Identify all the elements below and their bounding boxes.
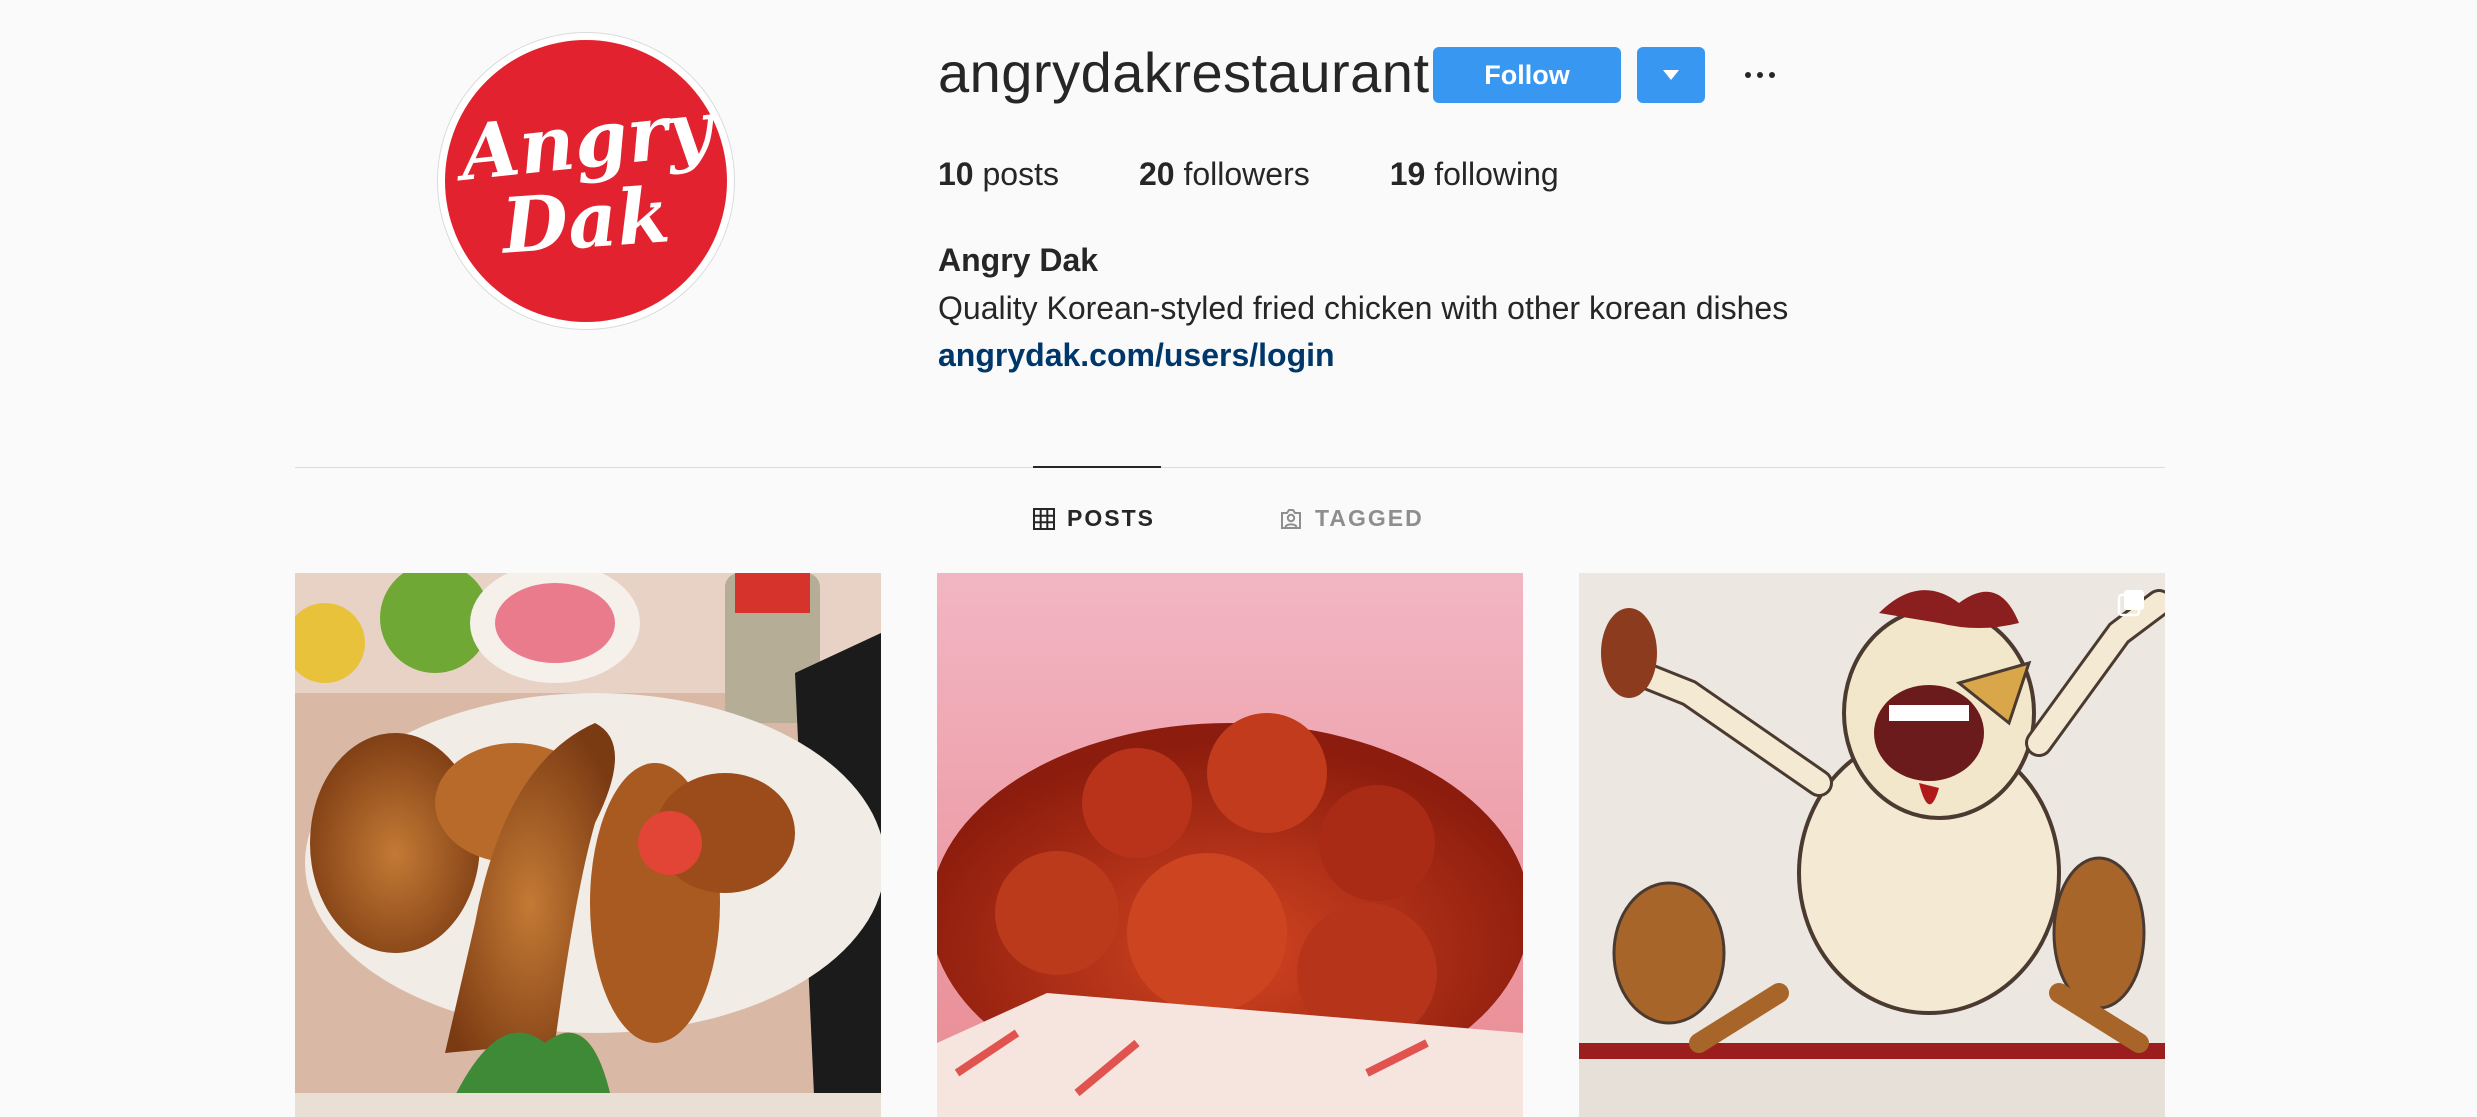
following-count-label: following [1434, 156, 1559, 192]
following-link[interactable]: 19 following [1390, 156, 1559, 193]
profile-bio: Quality Korean-styled fried chicken with… [938, 290, 1789, 326]
followers-link[interactable]: 20 followers [1139, 156, 1310, 193]
profile-full-name: Angry Dak [938, 242, 1099, 278]
tab-tagged-label: TAGGED [1315, 505, 1424, 531]
suggested-dropdown-button[interactable] [1637, 47, 1705, 103]
tab-tagged[interactable]: TAGGED [1279, 505, 1424, 532]
username: angrydakrestaurant [938, 41, 1430, 104]
posts-count: 10 posts [938, 156, 1059, 193]
tab-posts[interactable]: POSTS [1033, 505, 1155, 532]
profile-avatar[interactable]: Angry Dak [437, 32, 735, 330]
multiple-posts-icon [2117, 587, 2147, 617]
avatar-logo-text-line2: Dak [499, 170, 673, 271]
chevron-down-icon [1663, 70, 1679, 80]
following-count-value: 19 [1389, 156, 1426, 192]
avatar-logo: Angry Dak [445, 40, 727, 322]
grid-icon [1033, 507, 1055, 530]
tagged-icon [1279, 508, 1303, 530]
followers-count-label: followers [1183, 156, 1310, 192]
more-options-button[interactable] [1740, 55, 1780, 95]
spicy-chicken-image [937, 573, 1523, 1117]
post-thumbnail[interactable] [295, 573, 881, 1117]
post-thumbnail[interactable] [937, 573, 1523, 1117]
active-tab-indicator [1033, 466, 1161, 468]
chicken-mural-image [1579, 573, 2165, 1117]
follow-button[interactable]: Follow [1433, 47, 1621, 103]
tab-posts-label: POSTS [1067, 505, 1155, 531]
followers-count-value: 20 [1138, 156, 1175, 192]
profile-website-link[interactable]: angrydak.com/users/login [938, 337, 1335, 374]
tabs-divider [295, 467, 2165, 468]
posts-count-label: posts [982, 156, 1059, 192]
profile-stats: 10 posts 20 followers 19 following [938, 156, 1639, 193]
more-options-icon [1745, 72, 1775, 78]
fried-chicken-platter-image [295, 573, 881, 1117]
posts-count-value: 10 [938, 156, 974, 192]
post-thumbnail[interactable] [1579, 573, 2165, 1117]
